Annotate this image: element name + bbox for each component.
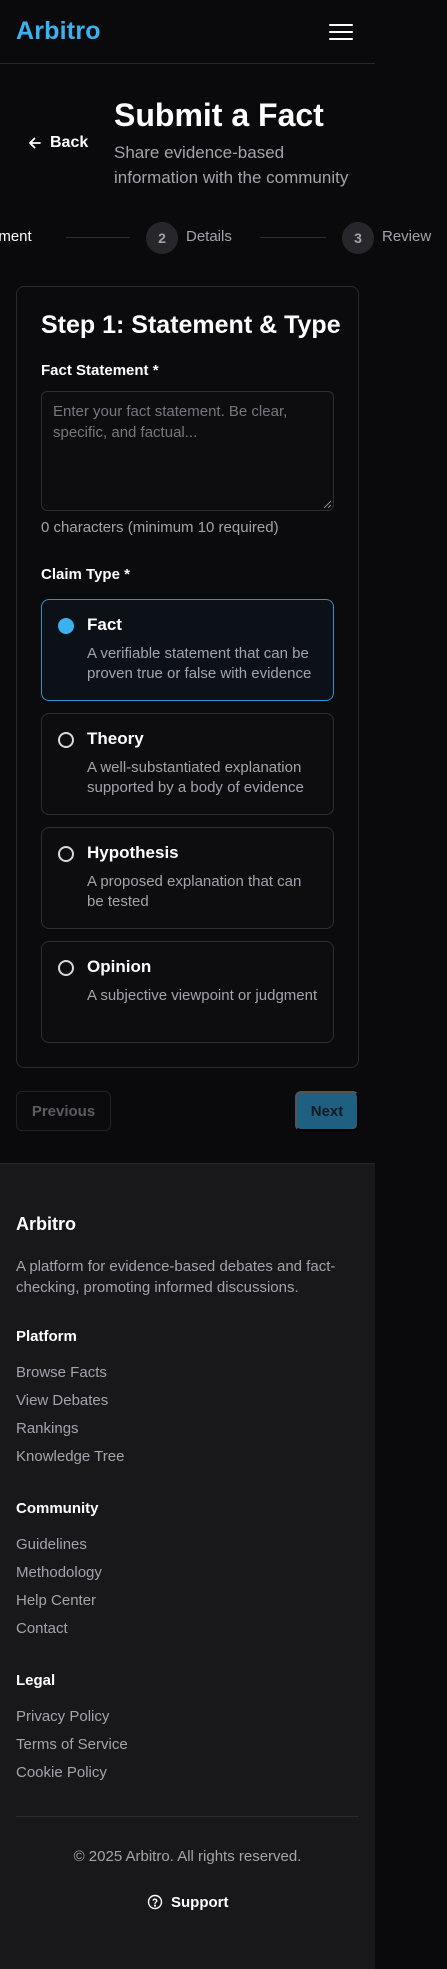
menu-bar (329, 23, 353, 26)
previous-button[interactable]: Previous (16, 1091, 111, 1131)
menu-bar (329, 37, 353, 40)
support-link[interactable]: Support (147, 1891, 229, 1913)
footer-heading-community: Community (16, 1500, 99, 1517)
footer-brand: Arbitro (16, 1214, 76, 1234)
step-indicator: ement 2 Details 3 Review (0, 220, 447, 256)
page-subtitle: Share evidence-based information with th… (114, 143, 349, 187)
footer-link-rankings[interactable]: Rankings (16, 1420, 79, 1437)
option-title: Fact (87, 615, 122, 634)
claim-option-hypothesis[interactable]: Hypothesis A proposed explanation that c… (41, 827, 334, 929)
next-button[interactable]: Next (295, 1091, 359, 1131)
footer-heading-platform: Platform (16, 1328, 77, 1345)
menu-bar (329, 30, 353, 33)
option-title: Theory (87, 729, 144, 748)
step-connector (260, 237, 326, 238)
fact-statement-label: Fact Statement * (41, 362, 159, 379)
arrow-left-icon (29, 137, 41, 149)
footer-link-knowledge-tree[interactable]: Knowledge Tree (16, 1448, 124, 1465)
footer-link-contact[interactable]: Contact (16, 1620, 68, 1637)
fact-statement-input[interactable] (41, 391, 334, 511)
statement-form-card: Step 1: Statement & Type Fact Statement … (16, 286, 359, 1068)
step-3-label: Review (382, 228, 432, 245)
character-count: 0 characters (minimum 10 required) (41, 519, 279, 536)
step-3-circle: 3 (342, 222, 374, 254)
top-bar: Arbitro (0, 0, 375, 64)
footer-heading-legal: Legal (16, 1672, 56, 1689)
help-circle-icon (147, 1894, 163, 1910)
option-description: A verifiable statement that can be prove… (87, 645, 312, 682)
support-label: Support (171, 1893, 229, 1911)
brand-logo[interactable]: Arbitro (16, 17, 101, 46)
copyright-text: © 2025 Arbitro. All rights reserved. (73, 1848, 302, 1865)
option-description: A proposed explanation that can be teste… (87, 873, 302, 910)
site-footer: Arbitro A platform for evidence-based de… (0, 1163, 375, 1969)
option-title: Hypothesis (87, 843, 179, 862)
page-title: Submit a Fact (114, 97, 324, 133)
back-button[interactable]: Back (28, 130, 88, 156)
hamburger-menu-icon[interactable] (329, 20, 353, 44)
footer-link-guidelines[interactable]: Guidelines (16, 1536, 87, 1553)
step-2-label: Details (186, 228, 232, 245)
step-2-circle: 2 (146, 222, 178, 254)
option-title: Opinion (87, 957, 152, 976)
footer-link-terms-of-service[interactable]: Terms of Service (16, 1736, 128, 1753)
footer-link-methodology[interactable]: Methodology (16, 1564, 102, 1581)
step-1-label: ement (0, 228, 32, 245)
footer-link-browse-facts[interactable]: Browse Facts (16, 1364, 107, 1381)
card-title: Step 1: Statement & Type (41, 311, 341, 339)
option-description: A well-substantiated explanation support… (87, 759, 304, 796)
option-description: A subjective viewpoint or judgment (87, 987, 318, 1004)
footer-link-cookie-policy[interactable]: Cookie Policy (16, 1764, 107, 1781)
footer-description: A platform for evidence-based debates an… (16, 1258, 336, 1296)
footer-link-privacy-policy[interactable]: Privacy Policy (16, 1708, 109, 1725)
claim-option-opinion[interactable]: Opinion A subjective viewpoint or judgme… (41, 941, 334, 1043)
radio-unselected-icon[interactable] (58, 846, 74, 862)
footer-link-view-debates[interactable]: View Debates (16, 1392, 108, 1409)
claim-option-theory[interactable]: Theory A well-substantiated explanation … (41, 713, 334, 815)
footer-link-help-center[interactable]: Help Center (16, 1592, 96, 1609)
radio-unselected-icon[interactable] (58, 960, 74, 976)
radio-selected-icon[interactable] (58, 618, 74, 634)
radio-unselected-icon[interactable] (58, 732, 74, 748)
claim-type-label: Claim Type * (41, 566, 130, 583)
claim-option-fact[interactable]: Fact A verifiable statement that can be … (41, 599, 334, 701)
footer-divider (16, 1816, 359, 1817)
step-connector (66, 237, 130, 238)
back-label: Back (50, 134, 89, 151)
